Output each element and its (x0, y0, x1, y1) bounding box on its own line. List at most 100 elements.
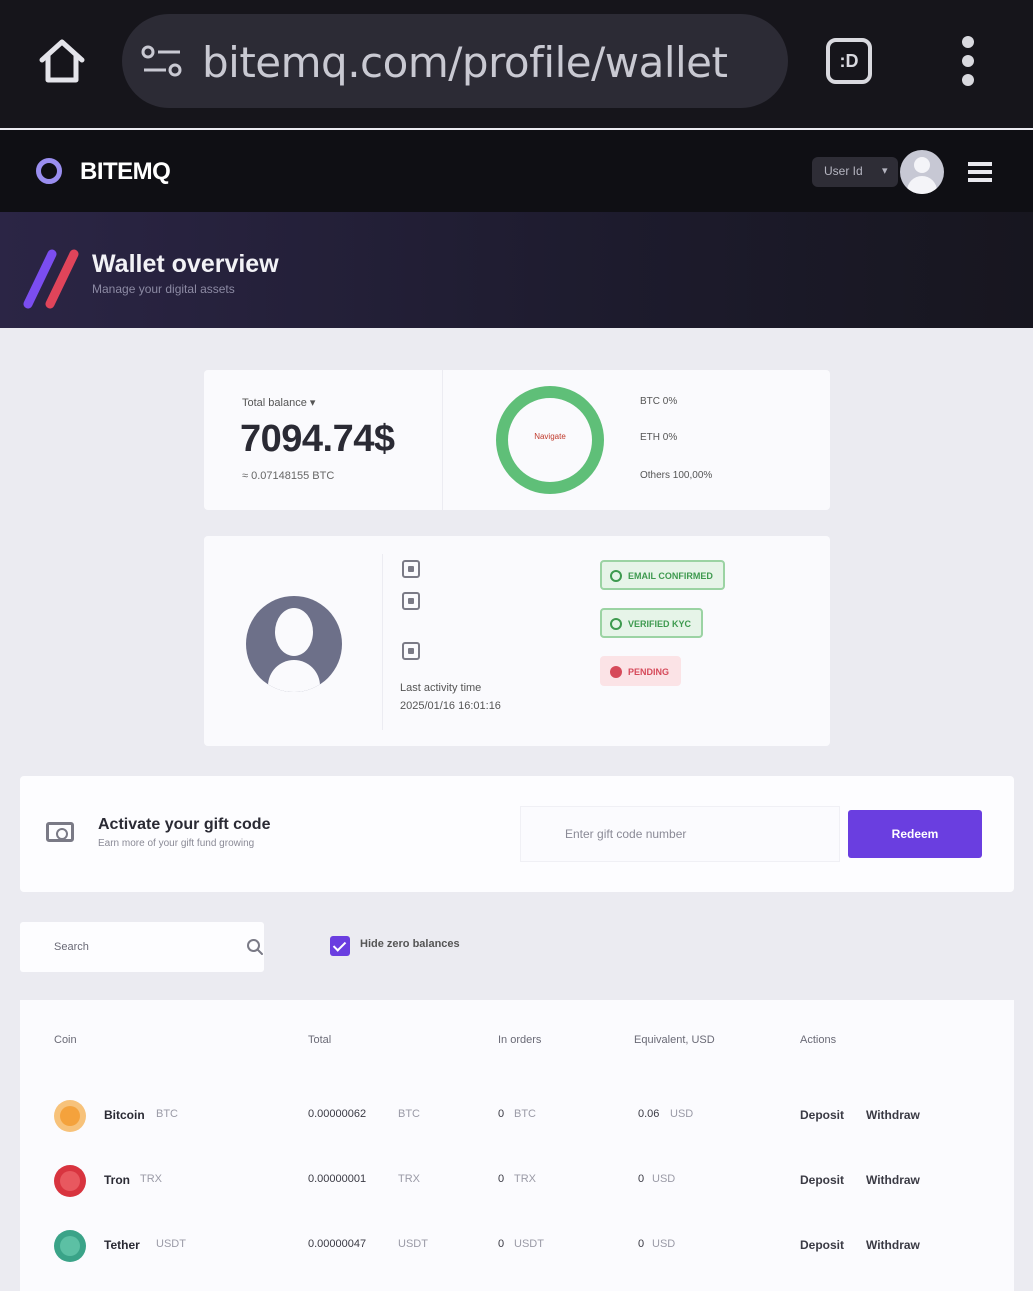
hide-zero-label[interactable]: Hide zero balances (360, 938, 460, 950)
balance-card: Total balance ▾ 7094.74$ ≈ 0.07148155 BT… (204, 370, 830, 510)
coin-name: Bitcoin (104, 1108, 145, 1122)
browser-toolbar: bitemq.com/profile/wallet :D (0, 0, 1033, 128)
tabs-button[interactable]: :D (826, 38, 872, 84)
donut-center-label: Navigate (534, 432, 566, 441)
caret-down-icon: ▾ (882, 165, 888, 177)
user-menu-dropdown[interactable]: User Id ▾ (812, 157, 898, 187)
gift-subtitle: Earn more of your gift fund growing (98, 838, 255, 849)
last-activity-label: Last activity time (400, 682, 482, 694)
in-orders-unit: BTC (514, 1108, 536, 1120)
legend-item: Others 100,00% (640, 470, 713, 481)
bitcoin-icon (54, 1100, 86, 1132)
gift-code-section: Activate your gift code Earn more of you… (20, 776, 1014, 892)
coin-ticker: TRX (140, 1173, 162, 1185)
hamburger-menu-icon[interactable] (968, 162, 992, 182)
coin-ticker: USDT (156, 1238, 186, 1250)
total-unit: USDT (398, 1238, 428, 1250)
last-activity-time: 2025/01/16 16:01:16 (400, 700, 501, 712)
equivalent-value: 0 (638, 1173, 645, 1185)
in-orders-value: 0 (498, 1108, 505, 1120)
id-card-icon (402, 560, 420, 578)
withdraw-link[interactable]: Withdraw (866, 1173, 920, 1187)
kyc-verified-badge: VERIFIED KYC (600, 608, 704, 638)
search-input[interactable] (20, 922, 220, 972)
ticket-icon (46, 822, 74, 842)
table-row: Tron TRX 0.00000001 TRX 0 TRX 0 USD Depo… (20, 1151, 1014, 1211)
coin-ticker: BTC (156, 1108, 178, 1120)
divider (382, 554, 383, 730)
withdraw-link[interactable]: Withdraw (866, 1238, 920, 1252)
address-bar[interactable]: bitemq.com/profile/wallet (122, 14, 788, 108)
deposit-link[interactable]: Deposit (800, 1173, 844, 1187)
balance-btc-equivalent: ≈ 0.07148155 BTC (242, 470, 335, 482)
equivalent-unit: USD (652, 1238, 676, 1250)
home-button[interactable] (36, 36, 88, 88)
site-header: BITEMQ User Id ▾ (0, 130, 1033, 212)
deposit-link[interactable]: Deposit (800, 1108, 844, 1122)
home-icon (39, 39, 85, 83)
table-row: Bitcoin BTC 0.00000062 BTC 0 BTC 0.06 US… (20, 1086, 1014, 1146)
user-name: User Id (824, 164, 863, 178)
withdraw-link[interactable]: Withdraw (866, 1108, 920, 1122)
table-row: Tether USDT 0.00000047 USDT 0 USDT 0 USD… (20, 1216, 1014, 1276)
assets-table: Coin Total In orders Equivalent, USD Act… (20, 1000, 1014, 1291)
in-orders-unit: USDT (514, 1238, 544, 1250)
email-confirmed-badge: EMAIL CONFIRMED (600, 560, 725, 590)
user-avatar[interactable] (900, 150, 944, 194)
legend-item: BTC 0% (640, 396, 678, 407)
profile-card: Last activity time 2025/01/16 16:01:16 E… (204, 536, 830, 746)
brand-name[interactable]: BITEMQ (80, 158, 171, 186)
column-header-coin[interactable]: Coin (54, 1034, 77, 1046)
divider (442, 370, 443, 510)
check-icon (610, 618, 622, 630)
brand-logo-icon[interactable] (36, 158, 62, 184)
equivalent-value: 0 (638, 1238, 645, 1250)
equivalent-value: 0.06 (638, 1108, 660, 1120)
column-header-actions: Actions (800, 1034, 837, 1046)
browser-menu-icon[interactable] (952, 36, 986, 86)
legend-item: ETH 0% (640, 432, 678, 443)
total-value: 0.00000001 (308, 1173, 367, 1185)
total-unit: TRX (398, 1173, 420, 1185)
pending-badge: PENDING (600, 656, 682, 686)
column-header-total[interactable]: Total (308, 1034, 331, 1046)
badge-label: VERIFIED KYC (628, 619, 692, 629)
page-subtitle: Manage your digital assets (92, 282, 235, 296)
page-title: Wallet overview (92, 250, 279, 278)
gift-title: Activate your gift code (98, 816, 271, 833)
profile-avatar (246, 596, 342, 692)
check-icon (610, 570, 622, 582)
total-balance-amount: 7094.74$ (240, 418, 395, 460)
badge-label: EMAIL CONFIRMED (628, 571, 713, 581)
search-icon[interactable] (246, 938, 264, 956)
search-box (20, 922, 264, 972)
in-orders-value: 0 (498, 1173, 505, 1185)
url-text[interactable]: bitemq.com/profile/wallet (202, 38, 728, 87)
error-icon (610, 666, 622, 678)
redeem-button[interactable]: Redeem (848, 810, 982, 858)
page-banner: Wallet overview Manage your digital asse… (0, 212, 1033, 328)
total-unit: BTC (398, 1108, 420, 1120)
tether-icon (54, 1230, 86, 1262)
badge-label: PENDING (628, 667, 670, 677)
column-header-equivalent[interactable]: Equivalent, USD (634, 1034, 715, 1046)
coin-name: Tron (104, 1173, 130, 1187)
slash-logo-icon (23, 249, 79, 309)
total-value: 0.00000062 (308, 1108, 367, 1120)
gift-code-input[interactable] (520, 806, 840, 862)
equivalent-unit: USD (652, 1173, 676, 1185)
tron-icon (54, 1165, 86, 1197)
in-orders-unit: TRX (514, 1173, 536, 1185)
total-value: 0.00000047 (308, 1238, 367, 1250)
total-balance-dropdown[interactable]: Total balance ▾ (242, 396, 315, 409)
site-settings-icon[interactable] (140, 44, 184, 78)
equivalent-unit: USD (670, 1108, 694, 1120)
column-header-in-orders[interactable]: In orders (498, 1034, 541, 1046)
phone-icon (402, 642, 420, 660)
hide-zero-checkbox[interactable] (330, 936, 350, 956)
tab-count: :D (839, 51, 859, 71)
coin-name: Tether (104, 1238, 140, 1252)
email-icon (402, 592, 420, 610)
in-orders-value: 0 (498, 1238, 505, 1250)
deposit-link[interactable]: Deposit (800, 1238, 844, 1252)
